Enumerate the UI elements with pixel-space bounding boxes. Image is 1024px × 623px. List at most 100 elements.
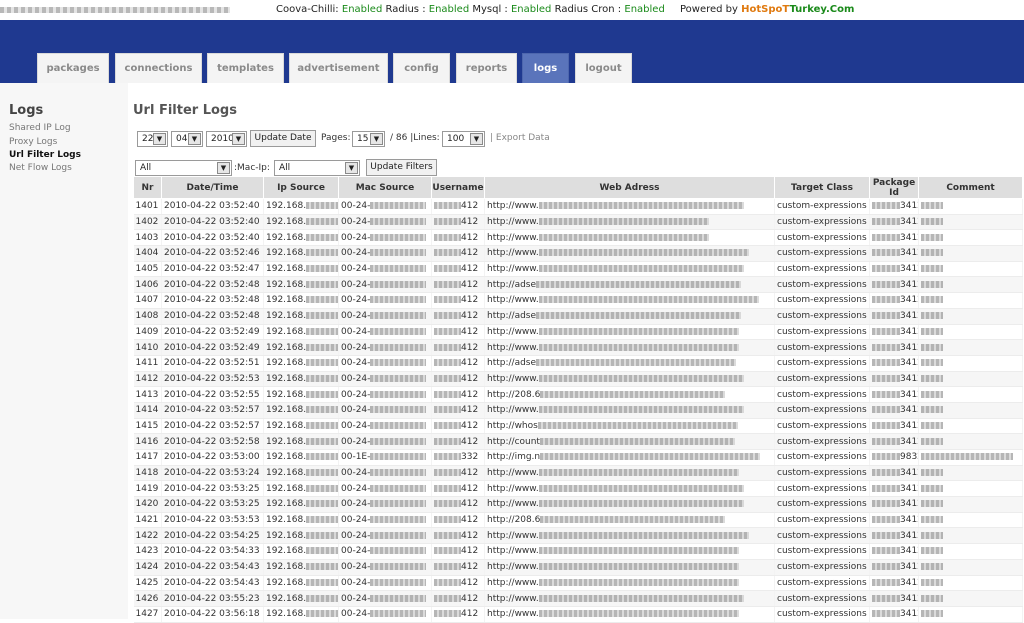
cell-web-adress: http://www. (484, 292, 775, 309)
cell-web-adress: http://www. (484, 402, 775, 419)
column-header-package-id[interactable]: Package Id (869, 176, 919, 199)
export-data-link[interactable]: | Export Data (490, 133, 550, 143)
cell-nr: 1406 (133, 276, 162, 294)
table-row[interactable]: 1404 2010-04-22 03:52:46 192.168. 00-24- 412… (133, 245, 1023, 262)
cell-package-id: 3412 (869, 575, 919, 592)
redacted-value (540, 390, 726, 398)
column-header-date-time[interactable]: Date/Time (161, 176, 264, 199)
table-row[interactable]: 1425 2010-04-22 03:54:43 192.168. 00-24- 412… (133, 575, 1023, 592)
cell-mac-source: 00-24- (338, 465, 432, 482)
table-row[interactable]: 1417 2010-04-22 03:53:00 192.168. 00-1E- 332… (133, 449, 1023, 466)
cell-nr: 1425 (133, 575, 162, 592)
cell-web-adress: http://www. (484, 324, 775, 341)
year-select[interactable]: 2010 ▼ (206, 131, 247, 147)
update-filters-button[interactable]: Update Filters (366, 159, 437, 176)
cell-text: http://www. (487, 609, 539, 620)
redacted-value (921, 421, 943, 429)
table-row[interactable]: 1401 2010-04-22 03:52:40 192.168. 00-24- 412… (133, 198, 1023, 215)
sidebar-item-net-flow-logs[interactable]: Net Flow Logs (9, 163, 72, 173)
redacted-value (872, 280, 900, 288)
cell-target-class: custom-expressions (774, 214, 870, 231)
column-header-ip-source[interactable]: Ip Source (263, 176, 339, 199)
cell-mac-source: 00-24- (338, 418, 432, 435)
table-row[interactable]: 1409 2010-04-22 03:52:49 192.168. 00-24- 412… (133, 324, 1023, 341)
table-row[interactable]: 1423 2010-04-22 03:54:33 192.168. 00-24- 412… (133, 543, 1023, 560)
cell-date-time: 2010-04-22 03:53:25 (161, 480, 264, 498)
table-row[interactable]: 1406 2010-04-22 03:52:48 192.168. 00-24- 412… (133, 276, 1023, 294)
day-select[interactable]: 22 ▼ (137, 131, 168, 147)
column-header-username[interactable]: Username (431, 176, 485, 199)
filter-select[interactable]: All ▼ (135, 160, 232, 176)
cell-mac-source: 00-24- (338, 543, 432, 560)
cell-text: 2010-04-22 03:52:57 (164, 420, 260, 431)
tab-advertisement[interactable]: advertisement (289, 53, 388, 83)
tab-reports[interactable]: reports (456, 53, 517, 83)
cell-ip-source: 192.168. (263, 512, 339, 529)
tab-logs[interactable]: logs (522, 53, 569, 83)
tab-templates[interactable]: templates (207, 53, 284, 83)
cell-ip-source: 192.168. (263, 433, 339, 450)
cell-comment (918, 559, 1023, 576)
table-row[interactable]: 1424 2010-04-22 03:54:43 192.168. 00-24- 412… (133, 559, 1023, 576)
table-row[interactable]: 1415 2010-04-22 03:52:57 192.168. 00-24- 412… (133, 418, 1023, 435)
table-row[interactable]: 1411 2010-04-22 03:52:51 192.168. 00-24- 412… (133, 355, 1023, 372)
cell-text: 1412 (135, 373, 159, 384)
cell-package-id: 3412 (869, 386, 919, 403)
tab-logout[interactable]: logout (575, 53, 632, 83)
table-row[interactable]: 1426 2010-04-22 03:55:23 192.168. 00-24- 412… (133, 590, 1023, 607)
table-row[interactable]: 1420 2010-04-22 03:53:25 192.168. 00-24- 412… (133, 496, 1023, 513)
table-row[interactable]: 1413 2010-04-22 03:52:55 192.168. 00-24- 412… (133, 386, 1023, 403)
redacted-value (872, 547, 900, 555)
cell-username: 412 (431, 339, 485, 356)
table-row[interactable]: 1421 2010-04-22 03:53:53 192.168. 00-24- 412… (133, 512, 1023, 529)
cell-nr: 1423 (133, 543, 162, 560)
cell-text: http://www. (487, 562, 539, 573)
cell-ip-source: 192.168. (263, 575, 339, 592)
sidebar-item-url-filter-logs[interactable]: Url Filter Logs (9, 150, 81, 160)
column-header-target-class[interactable]: Target Class (774, 176, 870, 199)
redacted-value (872, 296, 900, 304)
mac-ip-select[interactable]: All ▼ (274, 160, 360, 176)
month-select[interactable]: 04 ▼ (171, 131, 203, 147)
table-row[interactable]: 1402 2010-04-22 03:52:40 192.168. 00-24- 412… (133, 214, 1023, 231)
tab-connections[interactable]: connections (115, 53, 202, 83)
cell-text: 192.168. (266, 248, 307, 259)
sidebar-item-proxy-logs[interactable]: Proxy Logs (9, 137, 57, 147)
redacted-value (306, 531, 338, 539)
cell-web-adress: http://whos (484, 418, 775, 435)
table-row[interactable]: 1418 2010-04-22 03:53:24 192.168. 00-24- 412… (133, 465, 1023, 482)
table-row[interactable]: 1416 2010-04-22 03:52:58 192.168. 00-24- 412… (133, 433, 1023, 450)
tab-packages[interactable]: packages (37, 53, 109, 83)
table-row[interactable]: 1403 2010-04-22 03:52:40 192.168. 00-24- 412… (133, 229, 1023, 247)
table-row[interactable]: 1412 2010-04-22 03:52:53 192.168. 00-24- 412… (133, 371, 1023, 388)
update-date-button[interactable]: Update Date (250, 130, 316, 147)
visible-suffix: 412 (461, 577, 479, 588)
day-value: 22 (142, 134, 154, 144)
cell-comment (918, 245, 1023, 262)
sidebar-item-shared-ip-log[interactable]: Shared IP Log (9, 123, 71, 133)
page-select[interactable]: 15 ▼ (352, 131, 385, 147)
table-row[interactable]: 1419 2010-04-22 03:53:25 192.168. 00-24- 412… (133, 480, 1023, 498)
visible-suffix: 3412 (900, 279, 918, 290)
table-row[interactable]: 1422 2010-04-22 03:54:25 192.168. 00-24- 412… (133, 527, 1023, 545)
tab-config[interactable]: config (393, 53, 450, 83)
cell-text: 2010-04-22 03:52:55 (164, 389, 260, 400)
column-header-mac-source[interactable]: Mac Source (338, 176, 432, 199)
redacted-value (370, 563, 427, 571)
lines-select[interactable]: 100 ▼ (442, 131, 485, 147)
column-header-web-adress[interactable]: Web Adress (484, 176, 775, 199)
cell-mac-source: 00-24- (338, 308, 432, 325)
column-header-comment[interactable]: Comment (918, 176, 1023, 199)
table-row[interactable]: 1427 2010-04-22 03:56:18 192.168. 00-24- 412… (133, 606, 1023, 623)
cell-text: 1418 (135, 468, 159, 479)
cell-comment (918, 575, 1023, 592)
cell-comment (918, 276, 1023, 294)
table-row[interactable]: 1405 2010-04-22 03:52:47 192.168. 00-24- 412… (133, 261, 1023, 278)
table-row[interactable]: 1410 2010-04-22 03:52:49 192.168. 00-24- 412… (133, 339, 1023, 356)
table-row[interactable]: 1408 2010-04-22 03:52:48 192.168. 00-24- 412… (133, 308, 1023, 325)
table-row[interactable]: 1407 2010-04-22 03:52:48 192.168. 00-24- 412… (133, 292, 1023, 309)
brand-logo[interactable]: HotSpoTTurkey.Com (741, 4, 854, 15)
cell-mac-source: 00-24- (338, 371, 432, 388)
column-header-nr[interactable]: Nr (133, 176, 162, 199)
table-row[interactable]: 1414 2010-04-22 03:52:57 192.168. 00-24- 412… (133, 402, 1023, 419)
